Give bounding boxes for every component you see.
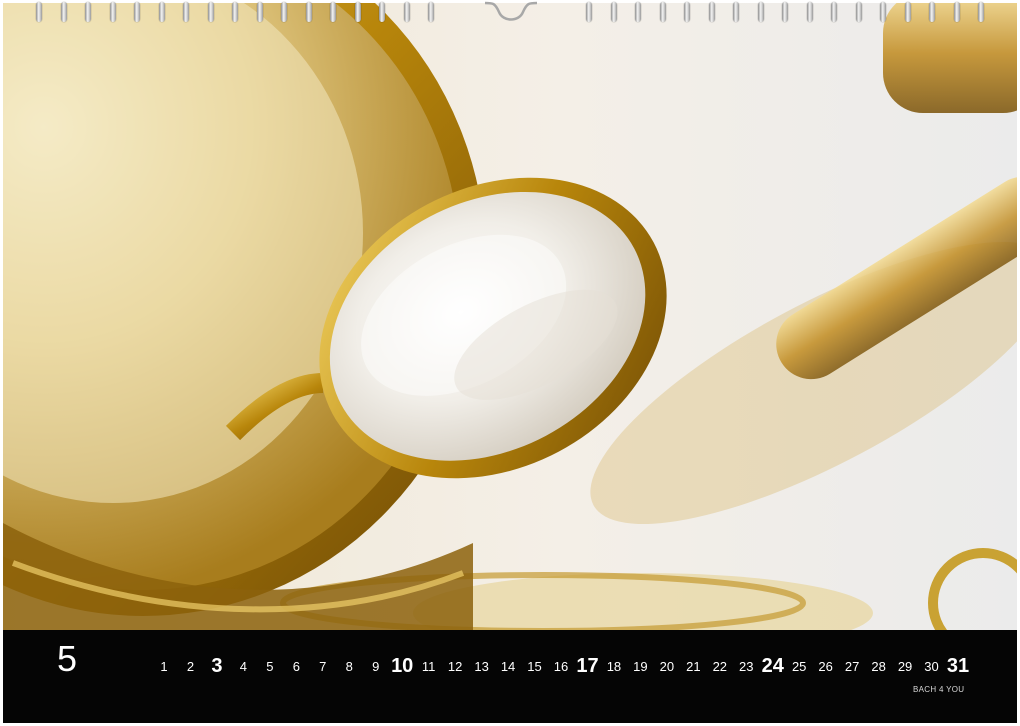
binding-ring xyxy=(36,2,42,22)
saxophone-photo xyxy=(3,3,1017,630)
day-number: 10 xyxy=(391,655,414,677)
day-number: 25 xyxy=(791,659,807,674)
binding-ring xyxy=(586,2,592,22)
binding-ring xyxy=(831,2,837,22)
binding-ring xyxy=(134,2,140,22)
day-number: 19 xyxy=(633,659,648,674)
day-number: 26 xyxy=(818,659,833,674)
binding-ring xyxy=(232,2,238,22)
binding-ring xyxy=(60,2,67,22)
binding-ring xyxy=(904,2,911,22)
binding-ring xyxy=(207,2,214,22)
spiral-binding xyxy=(0,0,1020,26)
binding-ring xyxy=(403,2,410,22)
binding-ring xyxy=(659,2,666,22)
day-number: 23 xyxy=(739,659,754,674)
binding-ring xyxy=(354,2,361,22)
binding-ring xyxy=(978,2,984,22)
binding-ring xyxy=(929,2,935,22)
day-number: 31 xyxy=(946,655,970,677)
day-number: 29 xyxy=(897,659,913,674)
day-number: 1 xyxy=(160,659,168,674)
calendar-page: 5 1 2 3 4 5 6 7 8 9 10 11 12 13 14 15 16 17 18 19 20 21 22 23 2… xyxy=(0,0,1020,726)
day-number: 20 xyxy=(659,659,675,674)
binding-ring xyxy=(379,2,385,22)
day-number: 27 xyxy=(844,659,860,674)
day-number: 2 xyxy=(186,659,195,674)
day-number: 17 xyxy=(576,655,599,677)
photo-illustration xyxy=(3,3,1017,630)
binding-ring xyxy=(85,2,91,22)
binding-ring xyxy=(428,2,434,22)
binding-ring xyxy=(158,2,165,22)
binding-ring xyxy=(109,2,116,22)
day-number: 11 xyxy=(421,659,436,674)
day-number: 14 xyxy=(500,659,516,674)
day-number: 8 xyxy=(345,659,353,674)
binding-ring xyxy=(855,2,862,22)
day-number: 28 xyxy=(871,659,886,674)
day-number: 18 xyxy=(606,659,622,674)
day-number: 4 xyxy=(239,659,248,674)
day-number: 30 xyxy=(924,659,939,674)
binding-ring xyxy=(183,2,189,22)
binding-ring xyxy=(330,2,336,22)
binding-ring xyxy=(610,2,617,22)
day-number: 5 xyxy=(266,659,274,674)
day-number: 6 xyxy=(292,659,300,674)
binding-ring xyxy=(708,2,715,22)
day-number: 16 xyxy=(553,659,569,674)
day-number: 7 xyxy=(319,659,327,674)
binding-ring xyxy=(880,2,886,22)
hanger-hook-icon xyxy=(484,1,538,21)
binding-ring xyxy=(305,2,312,22)
day-number: 13 xyxy=(474,659,489,674)
binding-ring xyxy=(256,2,263,22)
binding-ring xyxy=(733,2,739,22)
brand-label: BACH 4 YOU xyxy=(913,685,965,694)
binding-ring xyxy=(806,2,813,22)
binding-ring xyxy=(782,2,788,22)
binding-ring xyxy=(757,2,764,22)
binding-ring xyxy=(684,2,690,22)
binding-ring xyxy=(635,2,641,22)
day-number: 24 xyxy=(761,655,784,677)
day-number: 3 xyxy=(211,655,223,677)
binding-ring xyxy=(953,2,960,22)
calendar-bar: 5 1 2 3 4 5 6 7 8 9 10 11 12 13 14 15 16 17 18 19 20 21 22 23 2… xyxy=(3,630,1017,723)
binding-ring xyxy=(281,2,287,22)
day-number: 9 xyxy=(372,659,380,674)
day-list: 1 2 3 4 5 6 7 8 9 10 11 12 13 14 15 16 17 18 19 20 21 22 23 24 2… xyxy=(3,655,1017,680)
day-number: 21 xyxy=(686,659,701,674)
day-number: 12 xyxy=(447,659,463,674)
day-number: 15 xyxy=(527,659,542,674)
day-number: 22 xyxy=(712,659,728,674)
